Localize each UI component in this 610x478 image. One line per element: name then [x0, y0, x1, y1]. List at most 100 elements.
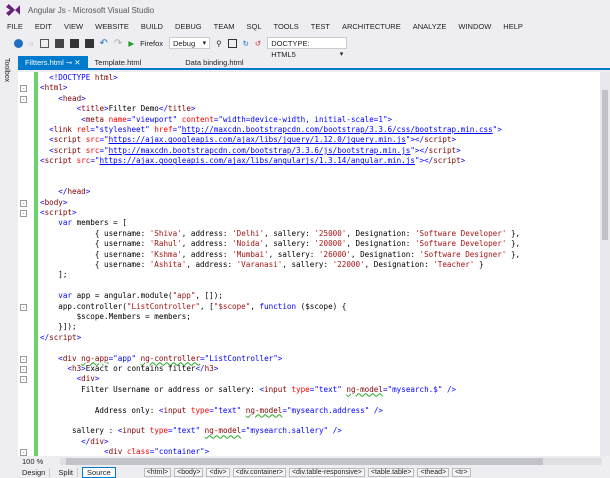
code-token: <	[40, 353, 63, 363]
code-token: 'Kshma'	[149, 249, 182, 259]
code-token: ="	[382, 384, 393, 394]
zoom-level[interactable]: 100 %	[18, 457, 52, 466]
breadcrumb-item[interactable]: <table.table>	[367, 468, 415, 477]
code-token: div	[62, 353, 82, 363]
comment-icon[interactable]: ↻	[243, 39, 249, 48]
menu-file[interactable]: FILE	[0, 20, 28, 34]
undo-icon[interactable]: ↶	[100, 38, 108, 49]
breadcrumb-item[interactable]: <div.container>	[232, 468, 286, 477]
browser-dropdown[interactable]: Firefox	[140, 39, 163, 48]
menu-help[interactable]: HELP	[496, 20, 528, 34]
fold-toggle-icon[interactable]: -	[20, 199, 27, 207]
breadcrumb-item[interactable]: <body>	[174, 468, 204, 477]
toolbar: ○ ↶ ↷ ▶ Firefox Debug ⚲ ↻ ↺ DOCTYPE: HTM…	[0, 35, 610, 60]
code-token: , Designation:	[346, 228, 415, 238]
uncomment-icon[interactable]: ↺	[255, 39, 261, 48]
breadcrumb-item[interactable]: <tr>	[452, 468, 471, 477]
horizontal-scrollbar[interactable]	[60, 458, 602, 465]
code-line: - <script>	[20, 208, 520, 218]
breadcrumb-item[interactable]: <html>	[143, 468, 172, 477]
tab-template[interactable]: Template.html	[88, 56, 149, 68]
code-token: , address:	[181, 228, 233, 238]
menu-architecture[interactable]: ARCHITECTURE	[335, 20, 406, 34]
fold-toggle-icon[interactable]: -	[20, 376, 27, 384]
back-icon[interactable]	[14, 38, 23, 48]
code-token: >	[456, 145, 461, 155]
code-token: >	[104, 436, 109, 446]
config-dropdown[interactable]: Debug	[169, 37, 211, 49]
code-token: ="	[108, 353, 118, 363]
code-token: width=device-width, initial-scale=1	[222, 114, 383, 124]
open-icon[interactable]	[54, 38, 64, 48]
code-token: text	[177, 426, 196, 436]
split-view-button[interactable]: Split	[54, 468, 78, 477]
code-token: title	[168, 104, 191, 114]
fold-toggle-icon[interactable]: -	[20, 355, 27, 363]
code-token: app = angular.module(	[76, 291, 173, 301]
fold-toggle-icon[interactable]: -	[20, 303, 27, 311]
redo-icon[interactable]: ↷	[114, 38, 122, 49]
code-token: script	[433, 156, 461, 166]
code-token: viewport	[136, 114, 173, 124]
code-token: $scope.Members = members;	[40, 311, 191, 321]
code-token: mysearch.address	[291, 405, 365, 415]
code-token: script	[44, 156, 77, 166]
code-token: "	[145, 124, 155, 134]
breadcrumb-item[interactable]: <div.table-responsive>	[288, 468, 365, 477]
code-token: text	[218, 405, 237, 415]
pin-icon[interactable]: ⊸	[66, 58, 72, 67]
code-token: "ListController"	[126, 301, 201, 311]
code-token: ="	[200, 353, 210, 363]
menu-edit[interactable]: EDIT	[28, 20, 57, 34]
code-token: <	[40, 114, 86, 124]
page-icon[interactable]	[227, 38, 237, 48]
code-token: },	[506, 228, 521, 238]
code-token: , sallery:	[264, 239, 315, 249]
code-editor[interactable]: <!DOCTYPE html> - <html> - <head> <title>Fi…	[18, 72, 600, 456]
save-icon[interactable]	[69, 38, 79, 48]
menu-analyze[interactable]: ANALYZE	[406, 20, 452, 34]
tab-data-binding[interactable]: Data binding.html	[178, 56, 250, 68]
scroll-thumb[interactable]	[602, 90, 608, 240]
fold-toggle-icon[interactable]: -	[20, 210, 27, 218]
close-icon[interactable]: ✕	[74, 58, 80, 67]
code-token: text	[318, 384, 338, 394]
menu-build[interactable]: BUILD	[134, 20, 168, 34]
find-icon[interactable]: ⚲	[216, 39, 222, 48]
menu-window[interactable]: WINDOW	[451, 20, 496, 34]
vertical-scrollbar[interactable]	[600, 72, 610, 456]
fold-toggle-icon[interactable]: -	[20, 365, 27, 373]
forward-icon[interactable]: ○	[29, 39, 34, 48]
code-token: sallery :	[40, 426, 118, 436]
fold-toggle-icon[interactable]: -	[20, 85, 27, 93]
menu-sql[interactable]: SQL	[239, 20, 266, 34]
toolbox-label[interactable]: Toolbox	[3, 58, 10, 82]
fold-toggle-icon[interactable]: -	[20, 95, 27, 103]
menu-website[interactable]: WEBSITE	[88, 20, 134, 34]
menu-team[interactable]: TEAM	[207, 20, 240, 34]
toolbox-panel[interactable]: Toolbox	[0, 55, 14, 455]
code-line: - <body>	[20, 198, 520, 208]
code-line: - <div ng-app="app" ng-controller="ListC…	[20, 353, 520, 364]
code-line: <script src="https://ajax.googleapis.com…	[40, 135, 520, 145]
menu-tools[interactable]: TOOLS	[267, 20, 304, 34]
menu-view[interactable]: VIEW	[57, 20, 88, 34]
doctype-dropdown[interactable]: DOCTYPE: HTML5	[267, 37, 348, 60]
new-project-icon[interactable]	[39, 38, 49, 48]
source-view-button[interactable]: Source	[81, 467, 116, 478]
breadcrumb-item[interactable]: <div>	[206, 468, 230, 477]
menu-debug[interactable]: DEBUG	[168, 20, 207, 34]
code-lines[interactable]: <!DOCTYPE html> - <html> - <head> <title>Fi…	[20, 73, 521, 456]
fold-toggle-icon[interactable]: -	[20, 449, 27, 456]
code-line: Address only: <input type="text" ng-mode…	[40, 406, 520, 416]
code-token: div	[81, 374, 95, 384]
scroll-thumb[interactable]	[66, 458, 543, 465]
menu-test[interactable]: TEST	[304, 20, 335, 34]
breadcrumb-item[interactable]: <thead>	[417, 468, 450, 477]
save-all-icon[interactable]	[84, 38, 94, 48]
tab-filtters[interactable]: Filtters.html ⊸ ✕	[18, 56, 88, 68]
code-token: title	[81, 104, 105, 114]
run-icon[interactable]: ▶	[128, 39, 134, 48]
design-view-button[interactable]: Design	[18, 468, 51, 477]
